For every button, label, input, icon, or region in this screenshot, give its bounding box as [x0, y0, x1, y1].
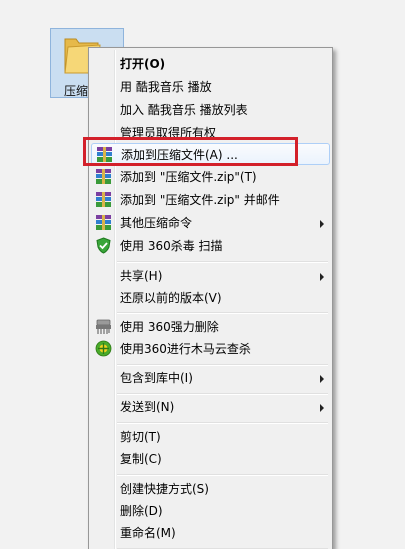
- shredder-icon: [96, 319, 111, 334]
- submenu-arrow-icon: [320, 273, 324, 281]
- menu-item-label: 添加到 "压缩文件.zip"(T): [120, 170, 257, 184]
- shield-icon: [96, 237, 111, 254]
- menu-item-add-to-zip-email[interactable]: 添加到 "压缩文件.zip" 并邮件: [91, 189, 330, 211]
- menu-separator: [117, 422, 328, 424]
- menu-item-label: 用 酷我音乐 播放: [120, 80, 212, 94]
- menu-separator: [117, 261, 328, 263]
- menu-item-label: 删除(D): [120, 504, 163, 518]
- submenu-arrow-icon: [320, 220, 324, 228]
- menu-separator: [117, 474, 328, 476]
- menu-item-delete[interactable]: 删除(D): [91, 500, 330, 522]
- menu-item-label: 其他压缩命令: [120, 216, 193, 230]
- menu-separator: [117, 364, 328, 366]
- menu-item-label: 剪切(T): [120, 430, 161, 444]
- menu-item-send-to[interactable]: 发送到(N): [91, 396, 330, 418]
- menu-item-label: 加入 酷我音乐 播放列表: [120, 103, 248, 117]
- folder-label: 压缩: [64, 84, 89, 98]
- red-highlight-box: [83, 137, 298, 166]
- menu-item-label: 使用 360强力删除: [120, 320, 219, 334]
- winrar-icon: [96, 215, 111, 230]
- menu-item-rename[interactable]: 重命名(M): [91, 522, 330, 544]
- menu-separator: [117, 393, 328, 395]
- menu-item-label: 还原以前的版本(V): [120, 291, 222, 305]
- menu-item-create-shortcut[interactable]: 创建快捷方式(S): [91, 478, 330, 500]
- menu-item-360-force-delete[interactable]: 使用 360强力删除: [91, 316, 330, 338]
- menu-item-label: 共享(H): [120, 269, 163, 283]
- menu-item-label: 重命名(M): [120, 526, 176, 540]
- menu-item-copy[interactable]: 复制(C): [91, 448, 330, 470]
- menu-item-label: 包含到库中(I): [120, 371, 193, 385]
- winrar-icon: [96, 169, 111, 184]
- menu-item-360-scan[interactable]: 使用 360杀毒 扫描: [91, 235, 330, 257]
- menu-item-cut[interactable]: 剪切(T): [91, 426, 330, 448]
- menu-item-label: 打开(O): [120, 57, 166, 71]
- menu-item-open[interactable]: 打开(O): [91, 53, 330, 75]
- winrar-icon: [96, 192, 111, 207]
- context-menu: 打开(O) 用 酷我音乐 播放 加入 酷我音乐 播放列表 管理员取得所有权 添加…: [88, 47, 333, 549]
- trojan-scan-icon: [95, 340, 112, 357]
- menu-separator: [117, 312, 328, 314]
- menu-item-label: 发送到(N): [120, 400, 175, 414]
- menu-item-play-kuwo[interactable]: 用 酷我音乐 播放: [91, 76, 330, 98]
- menu-item-360-trojan-scan[interactable]: 使用360进行木马云查杀: [91, 338, 330, 360]
- menu-item-other-compress[interactable]: 其他压缩命令: [91, 212, 330, 234]
- menu-item-share[interactable]: 共享(H): [91, 265, 330, 287]
- menu-item-label: 使用 360杀毒 扫描: [120, 239, 223, 253]
- menu-item-label: 添加到 "压缩文件.zip" 并邮件: [120, 193, 280, 207]
- submenu-arrow-icon: [320, 404, 324, 412]
- submenu-arrow-icon: [320, 375, 324, 383]
- menu-item-add-kuwo-playlist[interactable]: 加入 酷我音乐 播放列表: [91, 99, 330, 121]
- menu-item-label: 使用360进行木马云查杀: [120, 342, 251, 356]
- menu-item-include-in-library[interactable]: 包含到库中(I): [91, 367, 330, 389]
- menu-item-label: 复制(C): [120, 452, 162, 466]
- menu-item-restore-previous[interactable]: 还原以前的版本(V): [91, 287, 330, 309]
- menu-item-add-to-zip[interactable]: 添加到 "压缩文件.zip"(T): [91, 166, 330, 188]
- menu-item-label: 创建快捷方式(S): [120, 482, 209, 496]
